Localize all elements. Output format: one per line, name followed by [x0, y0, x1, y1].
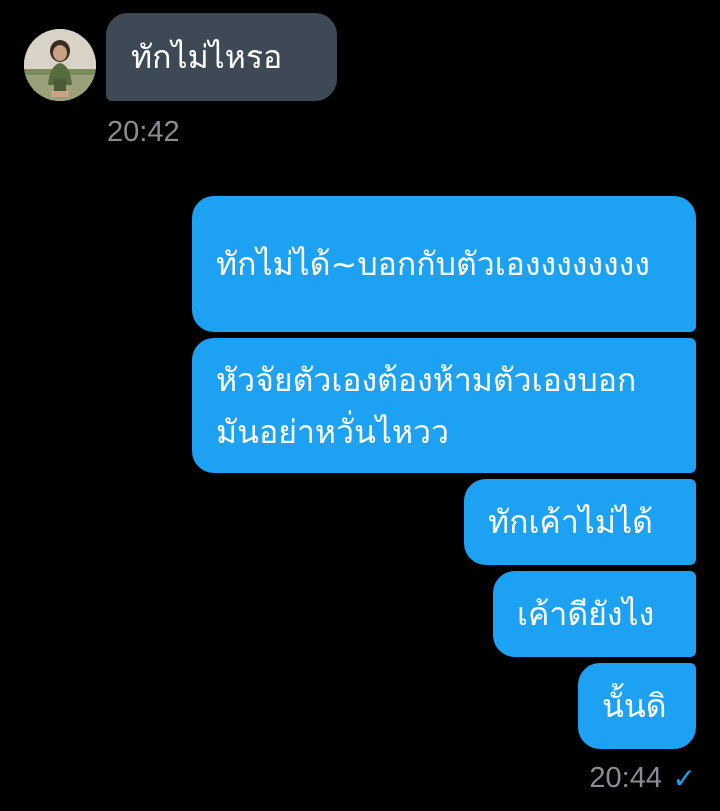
- incoming-message-text: ทักไม่ไหรอ: [131, 37, 283, 76]
- outgoing-message-bubble[interactable]: ทักเค้าไม่ได้: [464, 479, 696, 565]
- check-icon: ✓: [672, 762, 696, 795]
- outgoing-message-bubble[interactable]: หัวจัยตัวเองต้องห้ามตัวเองบอกมันอย่าหวั่…: [192, 338, 696, 473]
- outgoing-message-bubble[interactable]: นั้นดิ: [578, 663, 696, 749]
- contact-avatar[interactable]: [24, 29, 96, 101]
- outgoing-message-text: ทักเค้าไม่ได้: [488, 503, 653, 541]
- incoming-timestamp: 20:42: [107, 116, 180, 148]
- outgoing-message-text: ทักไม่ได้~บอกกับตัวเองงงงงงงง: [216, 245, 650, 283]
- outgoing-message-text: เค้าดียังไง: [517, 595, 655, 633]
- outgoing-message-bubble[interactable]: เค้าดียังไง: [493, 571, 696, 657]
- outgoing-message-text: หัวจัยตัวเองต้องห้ามตัวเองบอกมันอย่าหวั่…: [216, 360, 637, 451]
- outgoing-message-bubble[interactable]: ทักไม่ได้~บอกกับตัวเองงงงงงงง: [192, 196, 696, 332]
- outgoing-timestamp: 20:44: [589, 762, 662, 794]
- outgoing-message-text: นั้นดิ: [602, 687, 667, 725]
- incoming-message-bubble[interactable]: ทักไม่ไหรอ: [106, 13, 337, 101]
